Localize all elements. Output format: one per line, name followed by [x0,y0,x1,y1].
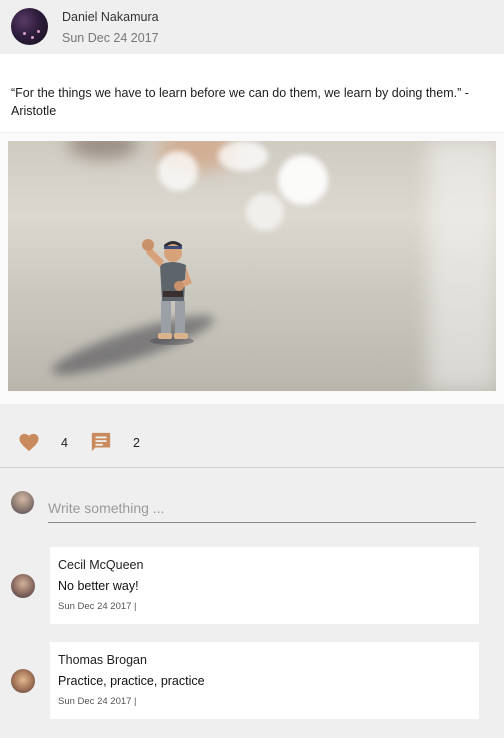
post-header: Daniel Nakamura Sun Dec 24 2017 [0,0,504,54]
post-text: “For the things we have to learn before … [11,86,469,118]
current-user-avatar [11,491,34,514]
comment-text: Practice, practice, practice [58,674,205,688]
comment-date: Sun Dec 24 2017 | [58,696,137,707]
post-date: Sun Dec 24 2017 [62,31,159,45]
comment-author[interactable]: Thomas Brogan [58,653,147,667]
comment-icon[interactable] [90,431,112,453]
post-actions-bar: 4 2 [0,418,504,468]
comment-author[interactable]: Cecil McQueen [58,558,143,572]
comment-text: No better way! [58,579,139,593]
commenter-avatar[interactable] [11,574,35,598]
comment-card: Thomas Brogan Practice, practice, practi… [50,642,479,719]
author-name[interactable]: Daniel Nakamura [62,10,159,24]
post-text-card: “For the things we have to learn before … [0,54,504,132]
post-image-card [0,133,504,404]
commenter-avatar[interactable] [11,669,35,693]
figurine-illustration [142,239,194,345]
comment-count: 2 [133,436,140,450]
heart-icon[interactable] [18,432,40,452]
comment-date: Sun Dec 24 2017 | [58,601,137,612]
comment-card: Cecil McQueen No better way! Sun Dec 24 … [50,547,479,624]
like-count: 4 [61,436,68,450]
comment-input[interactable] [48,493,476,523]
post-photo[interactable] [8,141,496,391]
author-avatar[interactable] [11,8,48,45]
